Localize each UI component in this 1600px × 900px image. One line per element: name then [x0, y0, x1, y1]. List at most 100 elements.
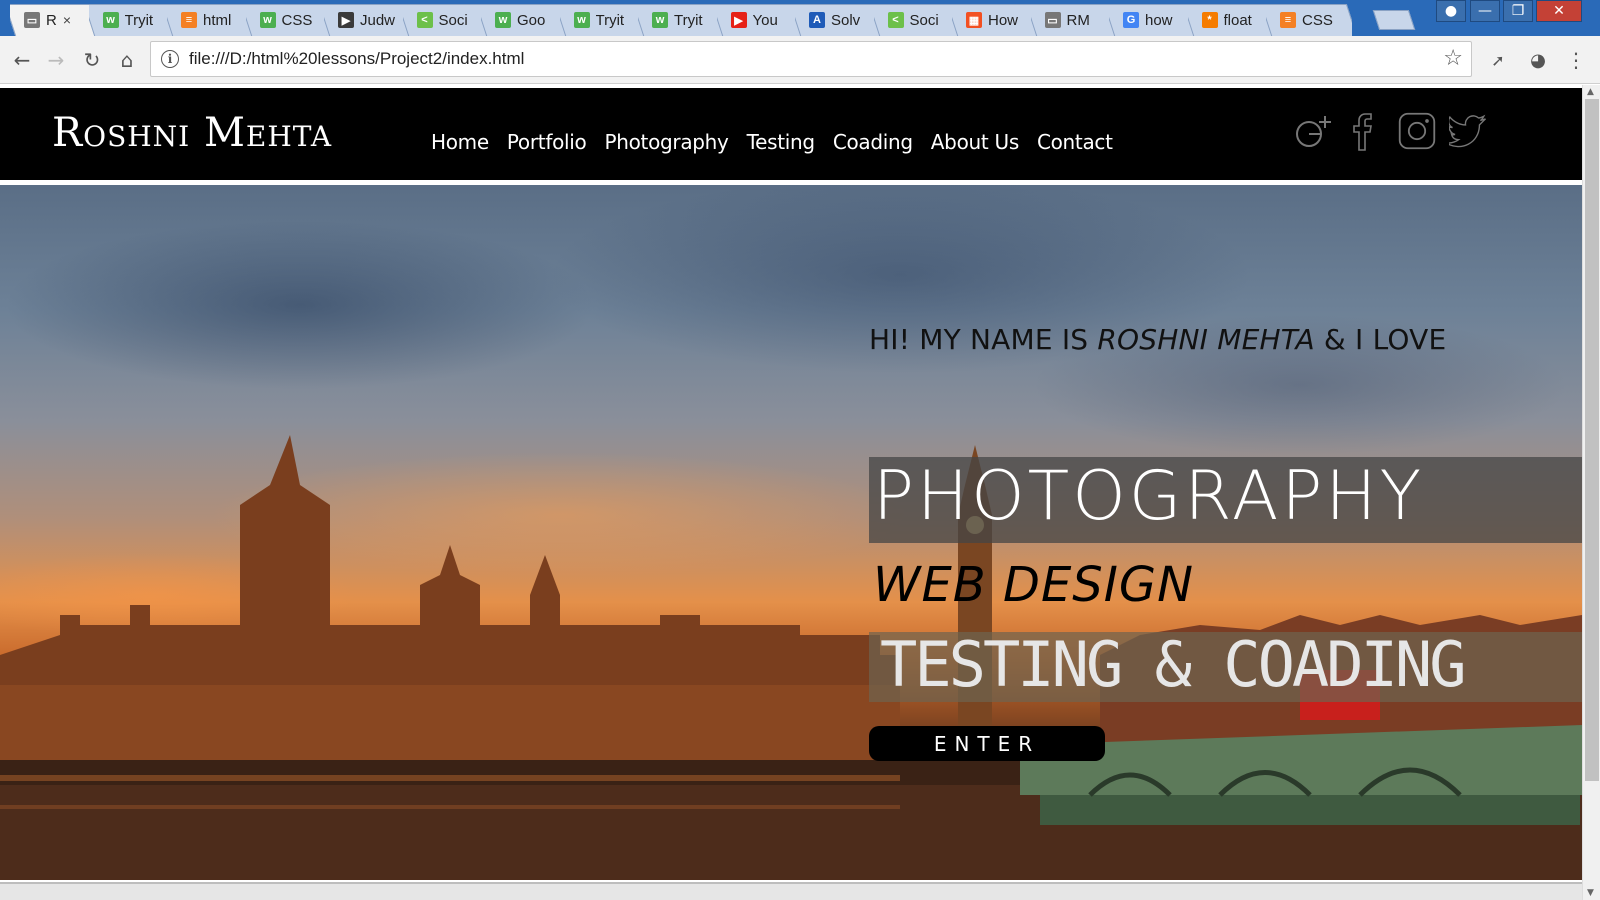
a-icon: A	[809, 12, 825, 28]
site-logo[interactable]: Roshni Mehta	[52, 110, 332, 156]
menu-icon[interactable]: ⋮	[1562, 46, 1590, 74]
tab-label: RM	[1066, 11, 1090, 29]
hero-word-photography: PHOTOGRAPHY	[873, 457, 1425, 536]
tab-label: Tryit	[595, 11, 625, 29]
new-tab-button[interactable]	[1372, 10, 1416, 30]
scroll-down-arrow[interactable]: ▼	[1587, 888, 1594, 898]
tagline-name: ROSHNI MEHTA	[1097, 323, 1315, 356]
tagline-prefix: HI! MY NAME IS	[869, 323, 1098, 356]
stackoverflow-icon: ≡	[181, 12, 197, 28]
google-plus-icon[interactable]	[1293, 108, 1333, 154]
facebook-icon[interactable]	[1345, 108, 1385, 154]
maximize-button[interactable]: ❐	[1503, 0, 1533, 22]
enter-button[interactable]: ENTER	[869, 726, 1105, 761]
scrollbar-thumb[interactable]	[1585, 99, 1599, 781]
scroll-up-arrow[interactable]: ▲	[1587, 87, 1594, 97]
browser-tab[interactable]: < Soci	[403, 4, 489, 36]
w3schools-icon: w	[652, 12, 668, 28]
tab-label: R	[46, 11, 57, 29]
bookmark-star-icon[interactable]: ☆	[1443, 46, 1463, 71]
tab-label: Judw	[360, 11, 396, 29]
nav-home[interactable]: Home	[431, 130, 489, 154]
tab-label: CSS	[1302, 11, 1333, 29]
forward-button[interactable]: →	[42, 46, 70, 74]
address-bar[interactable]: i ☆	[150, 41, 1472, 77]
asterisk-icon: *	[1201, 12, 1218, 28]
browser-toolbar: ← → ↻ ⌂ i ☆ ➚ ◕ ⋮	[0, 36, 1600, 84]
browser-tab[interactable]: * float	[1188, 4, 1274, 36]
tab-label: Goo	[517, 11, 546, 29]
browser-tab[interactable]: A Solv	[795, 4, 881, 36]
browser-tab[interactable]: w CSS	[246, 4, 332, 36]
w3schools-icon: w	[573, 12, 590, 28]
site-header: Roshni Mehta Home Portfolio Photography …	[0, 88, 1582, 180]
reload-button[interactable]: ↻	[78, 46, 106, 74]
page-footer-strip	[0, 882, 1582, 900]
browser-tab[interactable]: < Soci	[874, 4, 960, 36]
page-viewport: Roshni Mehta Home Portfolio Photography …	[0, 85, 1582, 900]
extension-cursor-icon[interactable]: ➚	[1484, 46, 1512, 74]
document-icon: ▭	[24, 12, 40, 28]
tab-label: Tryit	[124, 11, 154, 29]
google-icon: G	[1123, 12, 1139, 28]
browser-tab[interactable]: w Tryit	[89, 4, 175, 36]
share-icon: <	[416, 12, 433, 28]
tab-label: html	[203, 11, 232, 29]
nav-coading[interactable]: Coading	[833, 130, 913, 154]
hero-tagline: HI! MY NAME IS ROSHNI MEHTA & I LOVE	[869, 323, 1446, 356]
browser-tab[interactable]: ≡ CSS	[1266, 4, 1352, 36]
browser-tab[interactable]: ≡ html	[167, 4, 253, 36]
browser-tab[interactable]: ▶ Judw	[324, 4, 410, 36]
share-icon: <	[887, 12, 904, 28]
hero-word-testing-coading: TESTING & COADING	[880, 628, 1467, 701]
home-button[interactable]: ⌂	[113, 46, 141, 74]
nav-photography[interactable]: Photography	[604, 130, 728, 154]
browser-tab[interactable]: w Tryit	[638, 4, 724, 36]
nav-portfolio[interactable]: Portfolio	[507, 130, 587, 154]
minimize-button[interactable]: —	[1470, 0, 1500, 22]
w3schools-icon: w	[102, 12, 119, 28]
social-links	[1293, 108, 1489, 154]
browser-tab[interactable]: Ghow	[1109, 4, 1195, 36]
hero-banner: HI! MY NAME IS ROSHNI MEHTA & I LOVE PHO…	[0, 185, 1582, 880]
close-tab-icon[interactable]: ×	[63, 12, 71, 28]
tab-label: You	[752, 11, 778, 29]
profile-icon[interactable]: ●	[1436, 0, 1466, 22]
main-nav: Home Portfolio Photography Testing Coadi…	[431, 130, 1113, 154]
tagline-suffix: & I LOVE	[1314, 323, 1447, 356]
tab-label: how	[1145, 11, 1173, 29]
twitter-icon[interactable]	[1449, 108, 1489, 154]
video-icon: ▶	[338, 12, 354, 28]
hero-word-web-design: WEB DESIGN	[873, 557, 1194, 613]
extension-globe-icon[interactable]: ◕	[1524, 46, 1552, 74]
tab-label: Soci	[909, 11, 939, 29]
stackoverflow-icon: ≡	[1280, 12, 1296, 28]
tab-label: Tryit	[674, 11, 703, 29]
browser-tab[interactable]: ▶ You	[717, 4, 803, 36]
browser-tab[interactable]: ▦ How	[952, 4, 1038, 36]
tab-label: Solv	[831, 11, 861, 29]
close-window-button[interactable]: ✕	[1536, 0, 1582, 22]
nav-testing[interactable]: Testing	[747, 130, 816, 154]
tab-label: How	[988, 11, 1019, 29]
windows-icon: ▦	[966, 12, 982, 28]
document-icon: ▭	[1044, 12, 1061, 28]
tab-label: Soci	[438, 11, 468, 29]
w3schools-icon: w	[495, 12, 511, 28]
browser-tab[interactable]: ▭ R ×	[10, 4, 96, 36]
vertical-scrollbar[interactable]: ▲ ▼	[1582, 85, 1600, 900]
nav-contact[interactable]: Contact	[1037, 130, 1113, 154]
nav-about-us[interactable]: About Us	[931, 130, 1019, 154]
url-input[interactable]	[189, 49, 1389, 69]
info-icon[interactable]: i	[161, 50, 179, 68]
tab-label: float	[1223, 11, 1252, 29]
youtube-icon: ▶	[730, 12, 747, 28]
w3schools-icon: w	[259, 12, 276, 28]
browser-tab[interactable]: ▭ RM	[1031, 4, 1117, 36]
instagram-icon[interactable]	[1397, 108, 1437, 154]
back-button[interactable]: ←	[8, 46, 36, 74]
tab-label: CSS	[281, 11, 313, 29]
browser-tab[interactable]: w Goo	[481, 4, 567, 36]
browser-tab[interactable]: w Tryit	[560, 4, 646, 36]
tab-strip: ▭ R × w Tryit ≡ html w CSS ▶ Judw < Soci w Goo w Tryit w T…	[0, 0, 1600, 36]
